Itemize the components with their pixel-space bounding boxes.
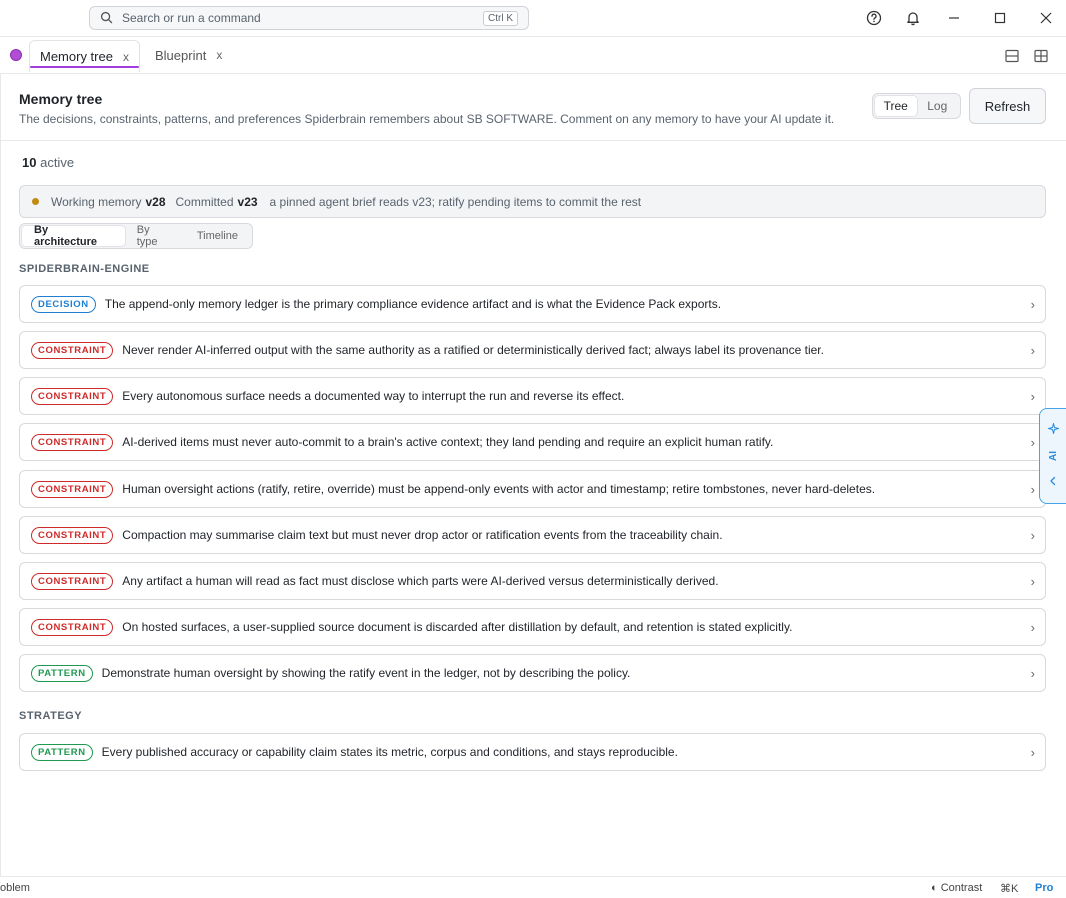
type-badge: CONSTRAINT (31, 480, 114, 498)
page-title: Memory tree (19, 91, 103, 107)
type-badge: DECISION (31, 295, 96, 313)
tab-label: Memory tree (40, 49, 113, 64)
tab-strip: Memory tree x Blueprint x (0, 36, 1066, 74)
minimize-icon[interactable] (944, 8, 964, 28)
memory-row[interactable]: CONSTRAINT Any artifact a human will rea… (19, 562, 1046, 600)
title-bar: Search or run a command Ctrl K (0, 0, 1066, 36)
section-title: SPIDERBRAIN-ENGINE (19, 263, 150, 275)
memory-text: Compaction may summarise claim text but … (122, 528, 723, 542)
search-placeholder: Search or run a command (122, 11, 261, 25)
chevron-right-icon: › (1030, 666, 1035, 681)
contrast-toggle[interactable]: ◐ Contrast (931, 882, 982, 894)
plan-badge[interactable]: Pro (1035, 882, 1053, 894)
view-by-type[interactable]: By type (125, 224, 185, 248)
memory-text: Any artifact a human will read as fact m… (122, 574, 719, 588)
view-mode-tabs: By architecture By type Timeline (19, 223, 253, 249)
tab-close-icon[interactable]: x (123, 50, 129, 64)
memory-row[interactable]: CONSTRAINT Every autonomous surface need… (19, 377, 1046, 415)
type-badge: CONSTRAINT (31, 433, 114, 451)
header-divider (0, 140, 1066, 141)
grid-layout-icon[interactable] (1031, 46, 1051, 66)
committed-version: v23 (237, 194, 258, 209)
chevron-right-icon: › (1030, 482, 1035, 497)
toggle-log[interactable]: Log (917, 96, 959, 116)
chevron-right-icon: › (1030, 620, 1035, 635)
close-icon[interactable] (1036, 8, 1056, 28)
tab-blueprint[interactable]: Blueprint x (145, 37, 232, 73)
tab-close-icon[interactable]: x (216, 48, 222, 62)
view-timeline[interactable]: Timeline (185, 226, 250, 246)
chevron-right-icon: › (1030, 389, 1035, 404)
status-dot-icon (32, 198, 39, 205)
committed-label: Committed (175, 194, 234, 209)
chevron-right-icon: › (1030, 528, 1035, 543)
refresh-button[interactable]: Refresh (969, 88, 1046, 124)
working-memory-note: a pinned agent brief reads v23; ratify p… (269, 194, 642, 209)
type-badge: PATTERN (31, 743, 93, 761)
view-toggle: Tree Log (872, 93, 961, 119)
bell-icon[interactable] (903, 8, 923, 28)
active-count: 10 active (22, 155, 74, 170)
split-horizontal-icon[interactable] (1002, 46, 1022, 66)
memory-text: On hosted surfaces, a user-supplied sour… (122, 620, 793, 634)
memory-text: Never render AI-inferred output with the… (122, 343, 824, 357)
page-subtitle: The decisions, constraints, patterns, an… (19, 112, 835, 126)
memory-row[interactable]: PATTERN Every published accuracy or capa… (19, 733, 1046, 771)
working-memory-label: Working memory (51, 194, 142, 209)
chevron-right-icon: › (1030, 745, 1035, 760)
memory-text: Every autonomous surface needs a documen… (122, 389, 625, 403)
type-badge: CONSTRAINT (31, 572, 114, 590)
memory-row[interactable]: CONSTRAINT Human oversight actions (rati… (19, 470, 1046, 508)
ai-assistant-handle[interactable]: AI (1039, 408, 1066, 504)
active-count-number: 10 (22, 155, 37, 170)
memory-row[interactable]: PATTERN Demonstrate human oversight by s… (19, 654, 1046, 692)
memory-row[interactable]: CONSTRAINT Never render AI-inferred outp… (19, 331, 1046, 369)
memory-row[interactable]: CONSTRAINT On hosted surfaces, a user-su… (19, 608, 1046, 646)
chevron-right-icon: › (1030, 574, 1035, 589)
command-shortcut[interactable]: ⌘K (1000, 882, 1018, 895)
status-bar: oblem ◐ Contrast ⌘K Pro (0, 876, 1066, 898)
memory-row[interactable]: DECISION The append-only memory ledger i… (19, 285, 1046, 323)
memory-text: Human oversight actions (ratify, retire,… (122, 482, 876, 496)
active-count-label: active (40, 155, 75, 170)
type-badge: CONSTRAINT (31, 341, 114, 359)
view-by-architecture[interactable]: By architecture (22, 224, 125, 248)
working-memory-banner: Working memory v28 Committed v23 a pinne… (19, 185, 1046, 218)
type-badge: PATTERN (31, 664, 93, 682)
memory-row[interactable]: CONSTRAINT AI-derived items must never a… (19, 423, 1046, 461)
working-memory-version: v28 (145, 194, 166, 209)
type-badge: CONSTRAINT (31, 618, 114, 636)
memory-text: Demonstrate human oversight by showing t… (101, 666, 631, 680)
chevron-right-icon: › (1030, 435, 1035, 450)
type-badge: CONSTRAINT (31, 526, 114, 544)
tab-memory-tree[interactable]: Memory tree x (29, 40, 140, 72)
section-title: STRATEGY (19, 710, 83, 722)
memory-text: AI-derived items must never auto-commit … (122, 435, 774, 449)
chevron-right-icon: › (1030, 343, 1035, 358)
help-icon[interactable] (864, 8, 884, 28)
ai-label: AI (1047, 451, 1059, 461)
tab-label: Blueprint (155, 47, 207, 63)
workspace-dot-icon (10, 49, 22, 61)
left-border (0, 74, 1, 876)
memory-text: The append-only memory ledger is the pri… (104, 297, 722, 311)
status-problems[interactable]: oblem (0, 882, 30, 894)
search-shortcut: Ctrl K (483, 10, 518, 26)
chevron-left-icon (1048, 473, 1058, 491)
type-badge: CONSTRAINT (31, 387, 114, 405)
maximize-icon[interactable] (990, 8, 1010, 28)
chevron-right-icon: › (1030, 297, 1035, 312)
toggle-tree[interactable]: Tree (875, 96, 917, 116)
command-search[interactable]: Search or run a command Ctrl K (89, 6, 529, 30)
search-icon (100, 11, 114, 25)
memory-text: Every published accuracy or capability c… (101, 745, 678, 759)
memory-row[interactable]: CONSTRAINT Compaction may summarise clai… (19, 516, 1046, 554)
sparkle-icon (1047, 421, 1059, 439)
